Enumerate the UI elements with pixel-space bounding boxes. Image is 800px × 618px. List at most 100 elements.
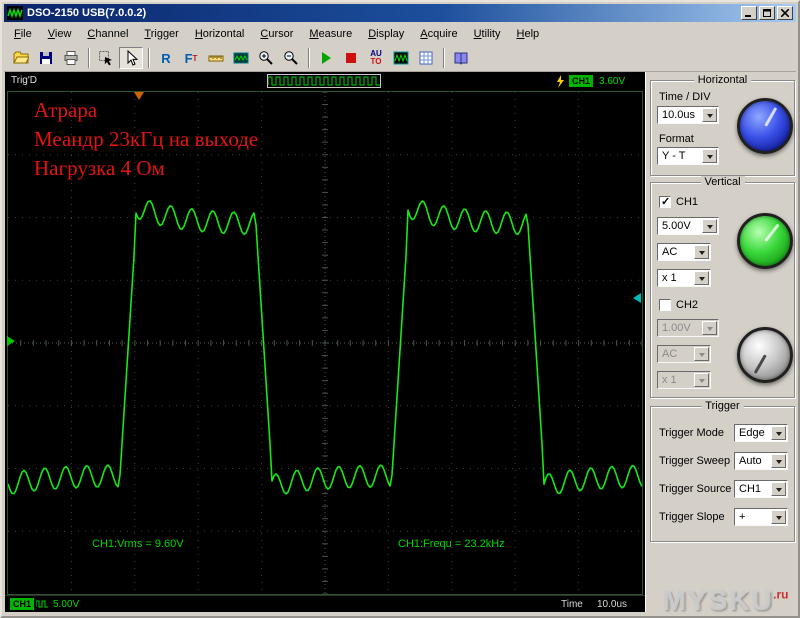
trigger-slope-label: Trigger Slope	[659, 511, 725, 523]
maximize-button[interactable]	[759, 6, 775, 20]
trigger-sweep-value: Auto	[739, 455, 762, 467]
toolbar-r-button[interactable]: R	[154, 47, 178, 69]
ch2-probe-value: x 1	[662, 374, 677, 386]
minimize-button[interactable]	[741, 6, 757, 20]
menu-measure[interactable]: Measure	[301, 24, 360, 45]
chevron-down-icon[interactable]	[771, 510, 786, 524]
ch1-label: CH1	[676, 196, 699, 208]
time-label: Time	[561, 599, 583, 610]
toolbar-run-button[interactable]	[314, 47, 338, 69]
trigger-sweep-select[interactable]: Auto	[734, 452, 788, 470]
menu-acquire[interactable]: Acquire	[412, 24, 465, 45]
toolbar: R FT AU TO	[4, 45, 796, 72]
ch2-enable[interactable]: CH2	[659, 299, 698, 311]
ch1-enable[interactable]: CH1	[659, 195, 699, 208]
menu-help[interactable]: Help	[509, 24, 548, 45]
pointer-icon	[127, 50, 139, 66]
menu-trigger[interactable]: Trigger	[136, 24, 186, 45]
toolbar-zoom-window-button[interactable]	[229, 47, 253, 69]
floppy-icon	[40, 52, 52, 64]
buffer-preview[interactable]	[267, 74, 381, 88]
toolbar-save-button[interactable]	[34, 47, 58, 69]
trigger-slope-select[interactable]: +	[734, 508, 788, 526]
horizontal-knob[interactable]	[737, 98, 793, 154]
chevron-down-icon[interactable]	[702, 219, 717, 233]
toolbar-pointer-button[interactable]	[119, 47, 143, 69]
window-title: DSO-2150 USB(7.0.0.2)	[27, 7, 147, 19]
fft-icon: F	[184, 50, 193, 66]
user-annotations: Атрара Меандр 23кГц на выходе Нагрузка 4…	[34, 96, 258, 183]
ch1-coupling-select[interactable]: AC	[657, 243, 711, 261]
trigger-mode-select[interactable]: Edge	[734, 424, 788, 442]
ch1-volts-select[interactable]: 5.00V	[657, 217, 719, 235]
ch1-checkbox[interactable]	[659, 195, 671, 208]
toolbar-zoom-in-button[interactable]	[254, 47, 278, 69]
close-button[interactable]	[777, 6, 793, 20]
ch1-position-knob[interactable]	[737, 213, 793, 269]
menu-file[interactable]: File	[6, 24, 40, 45]
r-icon: R	[161, 50, 171, 66]
app-window: DSO-2150 USB(7.0.0.2) File View Channel …	[0, 0, 800, 618]
ch2-volts-value: 1.00V	[662, 322, 691, 334]
menu-utility[interactable]: Utility	[466, 24, 509, 45]
chevron-down-icon[interactable]	[771, 482, 786, 496]
menu-horizontal[interactable]: Horizontal	[187, 24, 253, 45]
trigger-level-marker[interactable]	[633, 293, 641, 303]
toolbar-auto-setup-button[interactable]: AU TO	[364, 47, 388, 69]
close-icon	[781, 9, 789, 17]
menu-channel[interactable]: Channel	[79, 24, 136, 45]
grid-icon	[419, 51, 433, 65]
toolbar-grid-button[interactable]	[414, 47, 438, 69]
toolbar-fft-button[interactable]: FT	[179, 47, 203, 69]
toolbar-select-button[interactable]	[94, 47, 118, 69]
watermark-suffix: .ru	[773, 587, 789, 602]
menu-display[interactable]: Display	[360, 24, 412, 45]
trigger-mode-value: Edge	[739, 427, 765, 439]
horizontal-group: Horizontal Time / DIV 10.0us Format Y - …	[650, 74, 795, 176]
trigger-slope-value: +	[739, 511, 746, 523]
toolbar-separator	[148, 48, 150, 68]
chevron-down-icon[interactable]	[702, 108, 717, 122]
trigger-level-value: 3.60V	[599, 76, 626, 87]
auto-setup-icon: AU TO	[370, 49, 382, 66]
printer-icon	[64, 51, 78, 65]
trigger-group: Trigger Trigger Mode Edge Trigger Sweep …	[650, 400, 795, 542]
chevron-down-icon[interactable]	[771, 454, 786, 468]
menu-view[interactable]: View	[40, 24, 80, 45]
minimize-icon	[745, 15, 751, 17]
toolbar-waveform-display-button[interactable]	[389, 47, 413, 69]
trigger-position-marker[interactable]	[134, 92, 144, 100]
toolbar-open-button[interactable]	[9, 47, 33, 69]
chevron-down-icon[interactable]	[694, 271, 709, 285]
toolbar-help-button[interactable]	[449, 47, 473, 69]
ch2-label: CH2	[676, 299, 699, 311]
chevron-down-icon[interactable]	[771, 426, 786, 440]
toolbar-zoom-out-button[interactable]	[279, 47, 303, 69]
ch2-checkbox[interactable]	[659, 299, 671, 311]
scope-display: Trig'D CH1 3.60V Атрара Меандр 23кГц на …	[5, 72, 645, 612]
menu-cursor[interactable]: Cursor	[252, 24, 301, 45]
scope-status-strip: Trig'D CH1 3.60V	[5, 72, 645, 91]
toolbar-separator	[443, 48, 445, 68]
toolbar-measure-button[interactable]	[204, 47, 228, 69]
knob-pointer	[753, 354, 767, 374]
format-select[interactable]: Y - T	[657, 147, 719, 165]
zoom-in-icon	[259, 51, 273, 65]
chevron-down-icon[interactable]	[702, 149, 717, 163]
ch2-position-knob[interactable]	[737, 327, 793, 383]
toolbar-stop-button[interactable]	[339, 47, 363, 69]
toolbar-print-button[interactable]	[59, 47, 83, 69]
trigger-source-select[interactable]: CH1	[734, 480, 788, 498]
run-icon	[322, 52, 331, 64]
ch1-volts-per-div: 5.00V	[53, 599, 80, 610]
ch2-coupling-value: AC	[662, 348, 678, 360]
ch1-zero-marker[interactable]	[7, 336, 15, 346]
toolbar-separator	[308, 48, 310, 68]
ch1-probe-select[interactable]: x 1	[657, 269, 711, 287]
time-div-value: 10.0us	[662, 109, 696, 121]
ch1-volts-value: 5.00V	[662, 220, 691, 232]
trigger-status: Trig'D	[11, 75, 37, 86]
time-div-select[interactable]: 10.0us	[657, 106, 719, 124]
chevron-down-icon[interactable]	[694, 245, 709, 259]
waveform-screen-icon	[393, 51, 409, 65]
